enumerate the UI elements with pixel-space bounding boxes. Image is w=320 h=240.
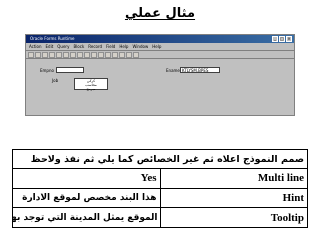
copy-icon[interactable] [56, 52, 62, 58]
menu-item[interactable]: Window [132, 43, 148, 50]
prev-block-icon[interactable] [91, 52, 97, 58]
toolbar [26, 51, 294, 59]
property-value: هذا البند مخصص لموقع الادارة [12, 187, 161, 209]
list-item[interactable]: مبرمج [75, 87, 107, 91]
field-label: Ename [166, 68, 180, 73]
close-icon[interactable]: × [286, 36, 292, 42]
window-titlebar: Oracle Forms Runtime _ □ × [26, 35, 294, 43]
maximize-icon[interactable]: □ [279, 36, 285, 42]
save-icon[interactable] [28, 52, 34, 58]
properties-table: صمم النموذج اعلاه ثم غير الخصائص كما يلي… [12, 149, 308, 228]
menu-item[interactable]: Help [152, 43, 161, 50]
delete-record-icon[interactable] [126, 52, 132, 58]
menu-item[interactable]: Help [119, 43, 128, 50]
field-label: Empno [40, 68, 54, 73]
empno-field[interactable] [56, 67, 84, 73]
property-value: Yes [12, 168, 161, 189]
cancel-icon[interactable] [84, 52, 90, 58]
query-icon[interactable] [70, 52, 76, 58]
prev-record-icon[interactable] [98, 52, 104, 58]
ename-field[interactable]: KTLYSM.BPES [180, 67, 220, 73]
next-block-icon[interactable] [112, 52, 118, 58]
paste-icon[interactable] [63, 52, 69, 58]
property-name: Tooltip [159, 207, 308, 228]
slide-title: مثال عملي [124, 6, 196, 21]
window-title: Oracle Forms Runtime [30, 36, 75, 41]
exit-icon[interactable] [42, 52, 48, 58]
menu-item[interactable]: Record [88, 43, 102, 50]
property-value: الموقع يمثل المدينة التي توجد بها الادار… [12, 207, 161, 228]
menu-item[interactable]: Edit [46, 43, 54, 50]
menu-item[interactable]: Action [29, 43, 42, 50]
menu-item[interactable]: Field [106, 43, 115, 50]
minimize-icon[interactable]: _ [272, 36, 278, 42]
multi-line-list[interactable]: كركي محاسب مبرمج [74, 78, 108, 91]
help-icon[interactable] [133, 52, 139, 58]
menu-bar: Action Edit Query Block Record Field Hel… [26, 43, 294, 51]
insert-record-icon[interactable] [119, 52, 125, 58]
cut-icon[interactable] [49, 52, 55, 58]
list-label: Job [52, 78, 59, 83]
menu-item[interactable]: Block [73, 43, 84, 50]
menu-item[interactable]: Query [57, 43, 69, 50]
form-screenshot: Oracle Forms Runtime _ □ × Action Edit Q… [25, 34, 295, 116]
instruction-text: صمم النموذج اعلاه ثم غير الخصائص كما يلي… [12, 149, 308, 169]
property-name: Hint [159, 187, 308, 209]
next-record-icon[interactable] [105, 52, 111, 58]
execute-icon[interactable] [77, 52, 83, 58]
property-name: Multi line [159, 168, 308, 189]
form-canvas: Empno Ename KTLYSM.BPES Job كركي محاسب م… [36, 63, 282, 109]
print-icon[interactable] [35, 52, 41, 58]
